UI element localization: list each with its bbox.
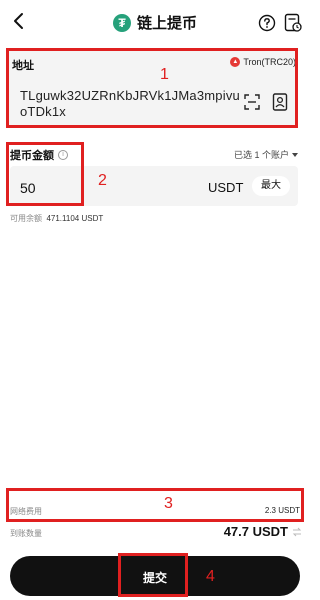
header: ₮ 链上提币 (0, 0, 310, 44)
caret-down-icon (292, 152, 298, 157)
account-selector-label: 已选 1 个账户 (233, 150, 289, 160)
annotation-box-1 (6, 48, 298, 128)
swap-icon[interactable] (292, 527, 302, 537)
amount-currency: USDT (208, 180, 244, 195)
annotation-number-1: 1 (160, 66, 169, 83)
available-label: 可用余额 (10, 214, 42, 223)
available-balance: 可用余额 471.1104 USDT (10, 213, 103, 224)
help-icon[interactable] (258, 14, 276, 32)
annotation-box-4 (118, 553, 188, 597)
annotation-number-4: 4 (206, 568, 215, 585)
tether-logo-icon: ₮ (112, 13, 131, 32)
annotation-box-2 (6, 142, 84, 206)
receive-amount-value: 47.7 USDT (223, 524, 288, 539)
annotation-number-2: 2 (98, 172, 107, 189)
annotation-number-3: 3 (164, 495, 173, 512)
page-title: 链上提币 (136, 15, 197, 32)
annotation-box-3 (6, 488, 304, 522)
account-selector[interactable]: 已选 1 个账户 (234, 148, 298, 161)
history-record-icon[interactable] (284, 13, 302, 33)
max-button[interactable]: 最大 (252, 176, 290, 196)
available-value: 471.1104 USDT (46, 214, 104, 223)
receive-amount-label: 到账数量 (10, 529, 42, 538)
